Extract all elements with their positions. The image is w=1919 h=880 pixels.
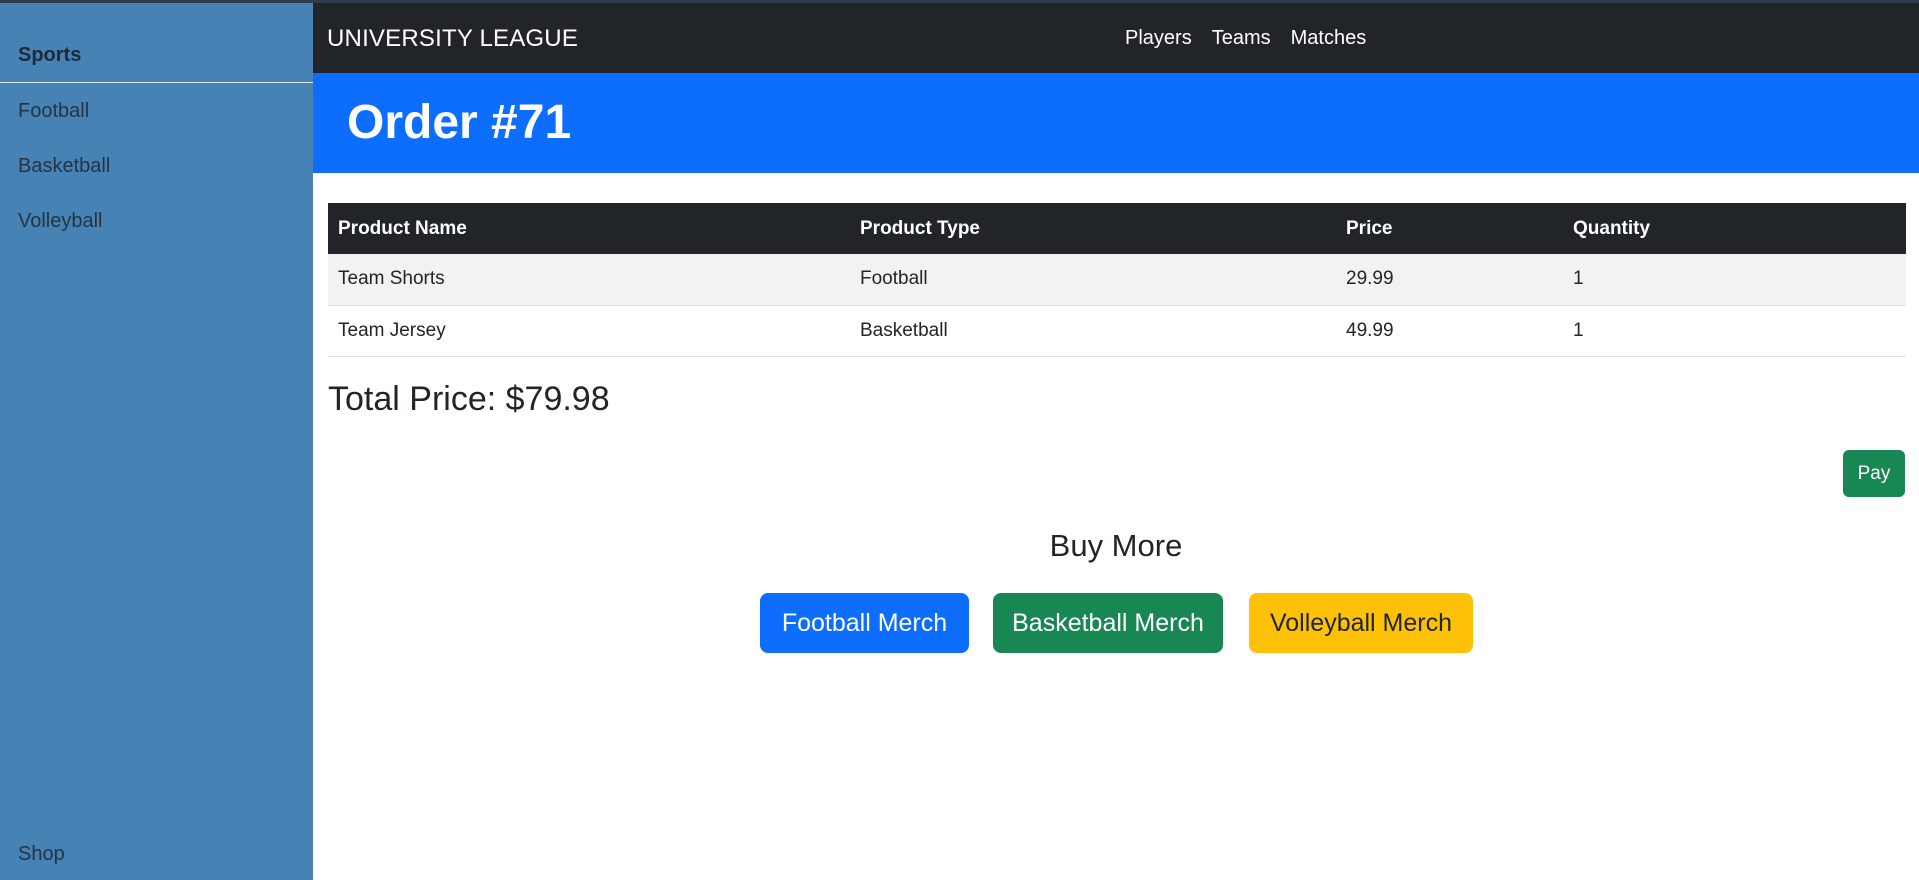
cell-product-type: Football (850, 254, 1336, 306)
column-header-quantity: Quantity (1563, 203, 1906, 254)
top-border (0, 0, 1919, 3)
cell-price: 49.99 (1336, 305, 1563, 357)
page-header: Order #71 (313, 73, 1919, 173)
nav-link-players[interactable]: Players (1125, 27, 1192, 50)
volleyball-merch-button[interactable]: Volleyball Merch (1249, 593, 1473, 653)
buy-more-heading: Buy More (1049, 528, 1183, 563)
cell-product-name: Team Jersey (328, 305, 850, 357)
table-row: Team Shorts Football 29.99 1 (328, 254, 1906, 306)
cell-price: 29.99 (1336, 254, 1563, 306)
brand-link[interactable]: UNIVERSITY LEAGUE (327, 25, 578, 53)
pay-button[interactable]: Pay (1843, 450, 1905, 497)
nav-link-teams[interactable]: Teams (1212, 27, 1271, 50)
cell-product-name: Team Shorts (328, 254, 850, 306)
page-title: Order #71 (347, 96, 572, 149)
table-header-row: Product Name Product Type Price Quantity (328, 203, 1906, 254)
cell-product-type: Basketball (850, 305, 1336, 357)
column-header-product-type: Product Type (850, 203, 1336, 254)
sidebar-item-football[interactable]: Football (18, 100, 89, 123)
column-header-product-name: Product Name (328, 203, 850, 254)
football-merch-button[interactable]: Football Merch (760, 593, 969, 653)
nav-link-matches[interactable]: Matches (1291, 27, 1367, 50)
sidebar-title: Sports (18, 44, 82, 66)
cell-quantity: 1 (1563, 305, 1906, 357)
sidebar-item-shop[interactable]: Shop (18, 843, 65, 866)
total-price: Total Price: $79.98 (328, 380, 610, 418)
table-row: Team Jersey Basketball 49.99 1 (328, 305, 1906, 357)
sidebar-item-volleyball[interactable]: Volleyball (18, 210, 103, 233)
sidebar-item-basketball[interactable]: Basketball (18, 155, 110, 178)
sidebar: Sports Football Basketball Volleyball Sh… (0, 0, 313, 880)
basketball-merch-button[interactable]: Basketball Merch (993, 593, 1223, 653)
cell-quantity: 1 (1563, 254, 1906, 306)
nav-links: Players Teams Matches (1125, 27, 1366, 50)
sidebar-divider (0, 82, 313, 83)
order-table: Product Name Product Type Price Quantity… (328, 203, 1906, 357)
top-navbar: UNIVERSITY LEAGUE Players Teams Matches (313, 0, 1919, 73)
column-header-price: Price (1336, 203, 1563, 254)
